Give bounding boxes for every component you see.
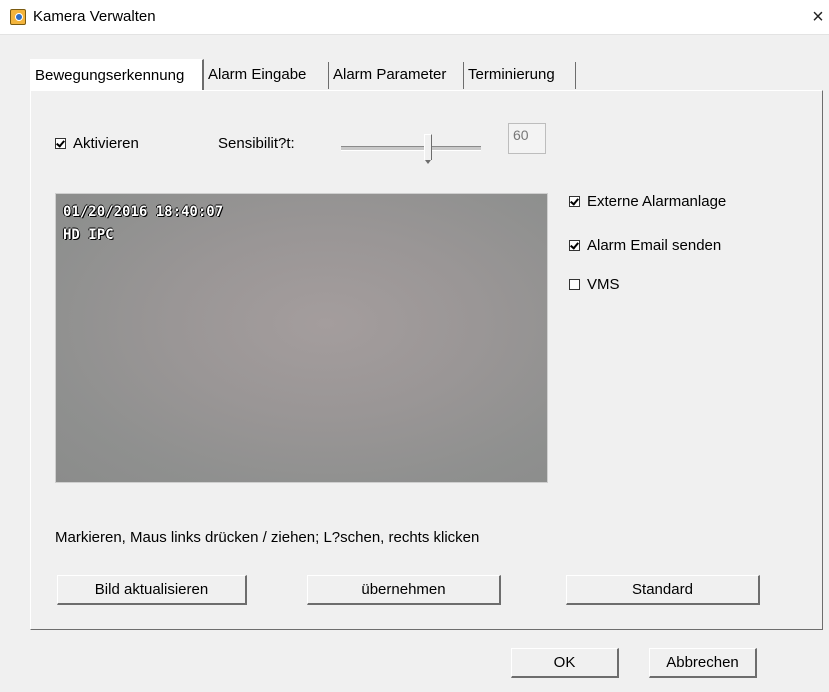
ok-button[interactable]: OK (511, 648, 619, 678)
apply-button[interactable]: übernehmen (307, 575, 501, 605)
app-icon (10, 9, 26, 25)
refresh-image-button[interactable]: Bild aktualisieren (57, 575, 247, 605)
vms-checkbox[interactable]: VMS (569, 276, 620, 293)
tab-alarm-parameter[interactable]: Alarm Parameter (329, 62, 464, 89)
enable-checkbox-box[interactable] (55, 138, 66, 149)
enable-checkbox[interactable]: Aktivieren (55, 135, 139, 152)
title-bar: Kamera Verwalten × (0, 0, 829, 35)
alarm-email-label: Alarm Email senden (587, 237, 722, 254)
external-alarm-label: Externe Alarmanlage (587, 193, 727, 210)
external-alarm-checkbox-box[interactable] (569, 196, 580, 207)
sensitivity-slider-thumb[interactable] (424, 134, 432, 164)
vms-label: VMS (587, 276, 620, 293)
sensitivity-label: Sensibilit?t: (218, 135, 295, 152)
marking-hint: Markieren, Maus links drücken / ziehen; … (55, 529, 480, 546)
tab-bewegungserkennung[interactable]: Bewegungserkennung (30, 59, 204, 90)
video-timestamp: 01/20/2016 18:40:07 (63, 204, 224, 220)
cancel-button[interactable]: Abbrechen (649, 648, 757, 678)
tab-terminierung[interactable]: Terminierung (464, 62, 576, 89)
alarm-email-checkbox-box[interactable] (569, 240, 580, 251)
enable-label: Aktivieren (73, 135, 139, 152)
camera-preview[interactable]: 01/20/2016 18:40:07 HD IPC (55, 193, 548, 483)
alarm-email-checkbox[interactable]: Alarm Email senden (569, 237, 721, 254)
tab-alarm-eingabe[interactable]: Alarm Eingabe (204, 62, 329, 89)
video-camera-label: HD IPC (63, 227, 114, 243)
external-alarm-checkbox[interactable]: Externe Alarmanlage (569, 193, 726, 210)
sensitivity-value-field: 60 (508, 123, 546, 154)
vms-checkbox-box[interactable] (569, 279, 580, 290)
default-button[interactable]: Standard (566, 575, 760, 605)
close-icon[interactable]: × (807, 0, 829, 34)
window-title: Kamera Verwalten (33, 8, 156, 25)
camera-settings-window: Kamera Verwalten × Bewegungserkennung Al… (0, 0, 829, 692)
sensitivity-slider-track[interactable] (341, 146, 481, 151)
